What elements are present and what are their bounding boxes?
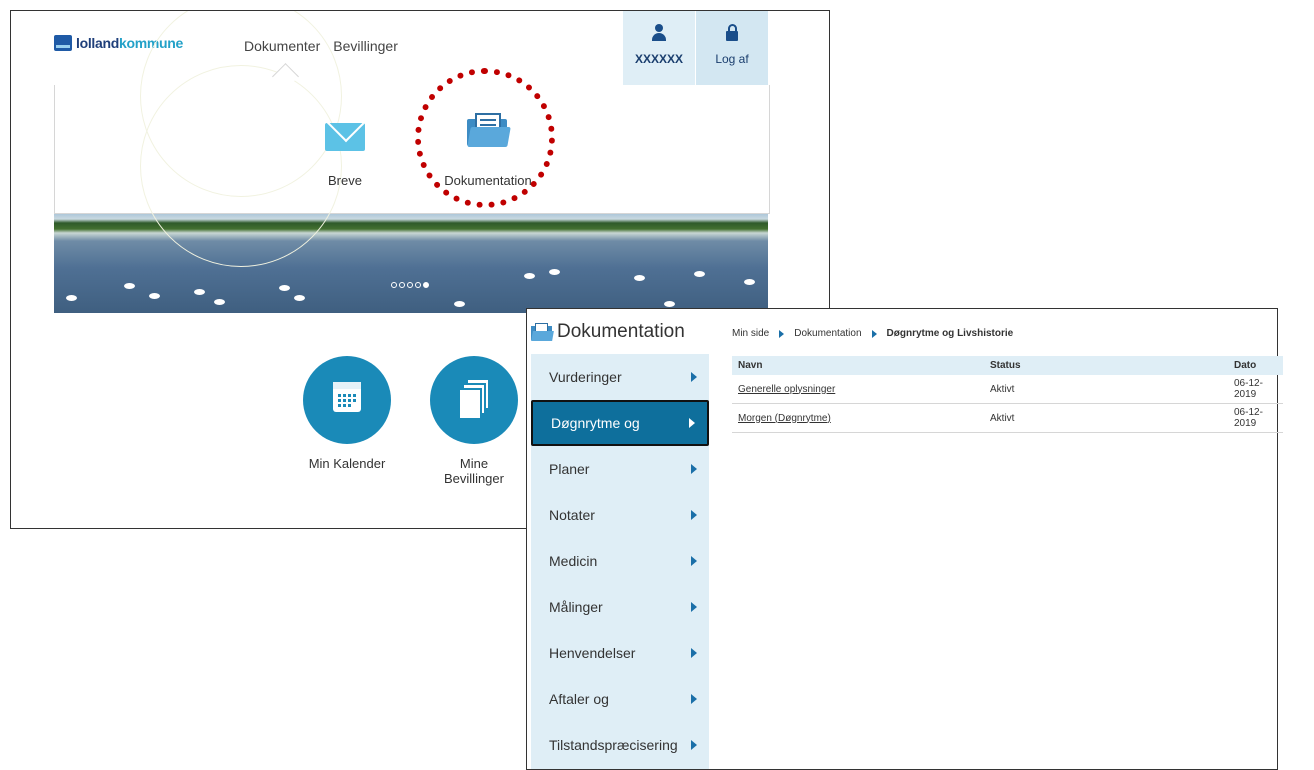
highlight-ring [415,68,555,208]
chevron-right-icon [691,740,697,750]
tile-min-kalender[interactable]: Min Kalender [292,356,402,471]
chevron-right-icon [691,510,697,520]
sidebar-item-label: Vurderinger [549,369,622,385]
breadcrumb-current: Døgnrytme og Livshistorie [886,328,1014,339]
folder-icon [531,323,554,341]
breadcrumb-separator-icon [871,329,877,338]
table-row: Generelle oplysninger Aktivt 06-12-2019 [732,375,1283,404]
tile-mine-bevillinger-label-2: Bevillinger [444,471,504,486]
tile-min-kalender-label: Min Kalender [308,456,386,471]
date-cell: 06-12-2019 [1228,375,1283,404]
page-title: Dokumentation [531,321,685,343]
sidebar-item-dognrytme[interactable]: Døgnrytme og [531,400,709,446]
carousel-dot[interactable] [415,282,421,288]
user-name: XXXXXX [634,52,684,66]
logout-label: Log af [715,52,749,66]
envelope-icon [325,123,365,151]
column-header-dato[interactable]: Dato [1228,356,1283,375]
carousel-dot[interactable] [407,282,413,288]
logo-mark-icon [54,35,72,51]
logout-button[interactable]: Log af [696,11,768,85]
sidebar-item-label: Medicin [549,553,598,569]
chevron-right-icon [691,602,697,612]
carousel-dot[interactable] [391,282,397,288]
sidebar-item-label: Tilstandspræcisering [549,737,678,753]
chevron-right-icon [691,556,697,566]
status-cell: Aktivt [984,403,1228,433]
user-icon [651,24,667,42]
page-title-text: Dokumentation [557,321,685,342]
dokumentation-window: Dokumentation Vurderinger Døgnrytme og P… [526,308,1283,770]
chevron-right-icon [691,464,697,474]
sidebar-item-medicin[interactable]: Medicin [531,538,709,584]
document-link[interactable]: Generelle oplysninger [738,384,835,395]
carousel-dot-active[interactable] [423,282,429,288]
logo-text-part1: lolland [76,35,120,51]
breadcrumb-item[interactable]: Min side [732,328,769,339]
documents-icon [458,378,490,420]
chevron-right-icon [691,694,697,704]
table-row: Morgen (Døgnrytme) Aktivt 06-12-2019 [732,403,1283,433]
sidebar-item-vurderinger[interactable]: Vurderinger [531,354,709,400]
column-header-status[interactable]: Status [984,356,1228,375]
tile-mine-bevillinger[interactable]: Mine Bevillinger [419,356,529,486]
sidebar-item-notater[interactable]: Notater [531,492,709,538]
dropdown-item-breve-label: Breve [328,173,362,188]
carousel-dots [391,282,429,288]
sidebar-item-label: Planer [549,461,590,477]
sidebar-item-label: Døgnrytme og [551,415,640,431]
column-header-navn[interactable]: Navn [732,356,984,375]
table-header-row: Navn Status Dato [732,356,1283,375]
chevron-right-icon [691,648,697,658]
sidebar: Vurderinger Døgnrytme og Planer Notater … [531,354,709,769]
date-cell: 06-12-2019 [1228,403,1283,433]
dropdown-item-breve[interactable]: Breve [310,123,380,188]
document-link[interactable]: Morgen (Døgnrytme) [738,413,831,424]
user-menu[interactable]: XXXXXX [623,11,695,85]
sidebar-item-label: Målinger [549,599,603,615]
chevron-right-icon [691,372,697,382]
lock-icon [725,24,739,42]
chevron-right-icon [689,418,695,428]
sidebar-item-planer[interactable]: Planer [531,446,709,492]
breadcrumb-item[interactable]: Dokumentation [794,328,861,339]
sidebar-item-label: Henvendelser [549,645,636,661]
sidebar-item-tilstandspraecisering[interactable]: Tilstandspræcisering [531,722,709,768]
sidebar-item-henvendelser[interactable]: Henvendelser [531,630,709,676]
sidebar-item-label: Aftaler og [549,691,609,707]
dokumenter-dropdown: Breve Dokumentation [54,11,770,267]
breadcrumb-separator-icon [779,329,785,338]
sidebar-item-aftaler[interactable]: Aftaler og [531,676,709,722]
calendar-icon [333,382,361,412]
status-cell: Aktivt [984,375,1228,404]
sidebar-item-malinger[interactable]: Målinger [531,584,709,630]
documents-table: Navn Status Dato Generelle oplysninger A… [732,356,1283,433]
carousel-dot[interactable] [399,282,405,288]
sidebar-item-label: Notater [549,507,595,523]
tile-mine-bevillinger-label-1: Mine [459,456,489,471]
nav-bevillinger[interactable]: Bevillinger [333,38,398,54]
breadcrumb: Min side Dokumentation Døgnrytme og Livs… [732,328,1013,339]
